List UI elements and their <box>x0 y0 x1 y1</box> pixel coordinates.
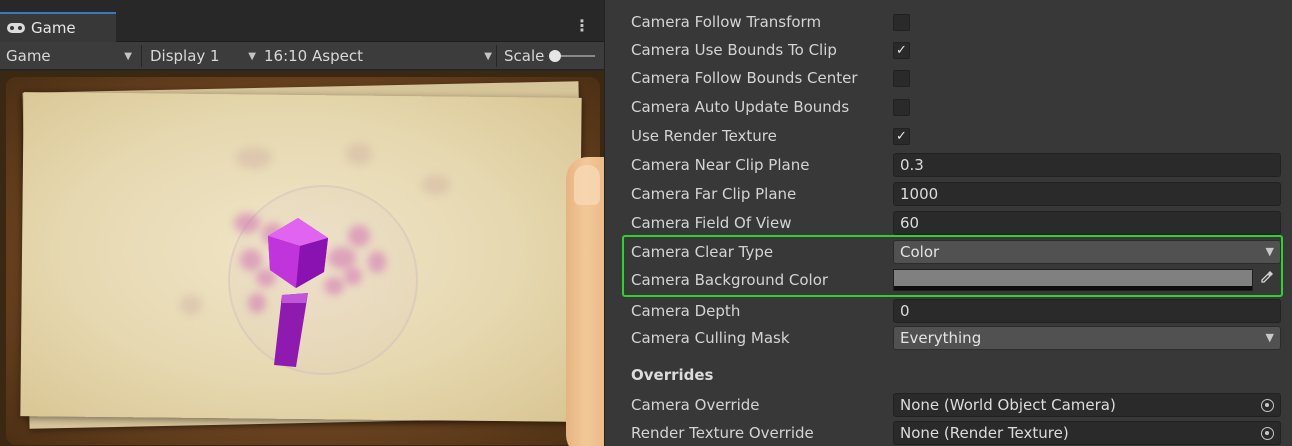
render-texture-override-object-field[interactable]: None (Render Texture) <box>893 421 1281 445</box>
dropdown-value: Everything <box>900 329 982 347</box>
chevron-down-icon: ▼ <box>1265 331 1274 344</box>
object-field-value: None (World Object Camera) <box>900 396 1116 414</box>
blurred-particle <box>236 147 272 169</box>
blurred-particle <box>180 295 202 315</box>
field-label: Camera Background Color <box>631 271 829 289</box>
thumbnail-highlight <box>574 165 600 205</box>
field-label: Camera Follow Transform <box>631 13 822 31</box>
game-toolbar: Game ▼ Display 1 ▼ 16:10 Aspect ▼ Scale <box>0 42 604 70</box>
chevron-down-icon: ▼ <box>484 50 492 62</box>
row-camera-override: Camera Override None (World Object Camer… <box>605 391 1292 419</box>
chevron-down-icon: ▼ <box>124 50 132 62</box>
field-label: Camera Clear Type <box>631 243 774 261</box>
camera-culling-mask-dropdown[interactable]: Everything ▼ <box>893 326 1281 350</box>
field-label: Render Texture Override <box>631 424 814 442</box>
field-label: Camera Use Bounds To Clip <box>631 41 837 59</box>
field-label: Camera Field Of View <box>631 214 792 232</box>
row-camera-auto-update-bounds: Camera Auto Update Bounds <box>605 93 1292 121</box>
game-mode-label: Game <box>6 47 51 65</box>
chevron-down-icon: ▼ <box>1265 245 1274 258</box>
tab-game-label: Game <box>31 19 76 37</box>
game-tab-bar: Game ⋮ <box>0 12 604 42</box>
display-dropdown[interactable]: Display 1 ▼ <box>150 42 256 70</box>
scale-slider-handle[interactable] <box>549 50 562 62</box>
row-camera-near-clip-plane: Camera Near Clip Plane 0.3 <box>605 151 1292 179</box>
pink-particle <box>368 251 386 273</box>
row-camera-use-bounds-to-clip: Camera Use Bounds To Clip ✓ <box>605 36 1292 64</box>
object-picker-icon[interactable] <box>1261 399 1274 412</box>
row-camera-culling-mask: Camera Culling Mask Everything ▼ <box>605 324 1292 352</box>
pink-particle <box>344 267 362 285</box>
field-label: Camera Far Clip Plane <box>631 185 797 203</box>
pink-particle <box>328 247 356 269</box>
pink-particle <box>248 293 266 313</box>
row-camera-field-of-view: Camera Field Of View 60 <box>605 209 1292 237</box>
row-use-render-texture: Use Render Texture ✓ <box>605 122 1292 150</box>
camera-field-of-view-input[interactable]: 60 <box>893 211 1281 235</box>
row-camera-clear-type: Camera Clear Type Color ▼ <box>605 238 1292 266</box>
row-camera-follow-transform: Camera Follow Transform <box>605 8 1292 36</box>
dropdown-value: Color <box>900 243 940 261</box>
field-label: Camera Follow Bounds Center <box>631 69 858 87</box>
game-mode-dropdown[interactable]: Game ▼ <box>6 42 136 70</box>
overrides-header: Overrides <box>631 366 714 384</box>
gamepad-icon <box>7 23 25 33</box>
blurred-particle <box>346 143 372 165</box>
camera-override-object-field[interactable]: None (World Object Camera) <box>893 393 1281 417</box>
camera-background-color-swatch[interactable] <box>893 269 1253 291</box>
chevron-down-icon: ▼ <box>248 50 256 62</box>
game-view-panel: Game ⋮ Game ▼ Display 1 ▼ 16:10 Aspect ▼… <box>0 0 604 446</box>
scale-slider-track[interactable] <box>549 50 596 62</box>
row-camera-depth: Camera Depth 0 <box>605 297 1292 325</box>
display-label: Display 1 <box>150 47 220 65</box>
wand-shaft-icon <box>274 293 308 367</box>
object-field-value: None (Render Texture) <box>900 424 1069 442</box>
row-camera-follow-bounds-center: Camera Follow Bounds Center <box>605 64 1292 92</box>
row-camera-background-color: Camera Background Color <box>605 266 1292 294</box>
pink-particle <box>348 225 370 247</box>
field-label: Camera Override <box>631 396 760 414</box>
pink-particle <box>240 249 262 271</box>
scale-label: Scale <box>504 47 545 65</box>
field-label: Use Render Texture <box>631 127 777 145</box>
tab-game[interactable]: Game <box>0 12 116 42</box>
aspect-label: 16:10 Aspect <box>264 47 363 65</box>
camera-follow-transform-checkbox[interactable] <box>893 14 910 31</box>
field-label: Camera Near Clip Plane <box>631 156 810 174</box>
camera-far-clip-plane-input[interactable]: 1000 <box>893 182 1281 206</box>
scale-control[interactable]: Scale <box>504 42 596 70</box>
eyedropper-icon[interactable] <box>1255 269 1279 291</box>
inspector-panel: Camera Follow Transform Camera Use Bound… <box>604 0 1292 446</box>
field-label: Camera Depth <box>631 302 741 320</box>
game-viewport[interactable] <box>0 71 604 446</box>
row-render-texture-override: Render Texture Override None (Render Tex… <box>605 419 1292 446</box>
field-label: Camera Culling Mask <box>631 329 790 347</box>
more-options-icon[interactable]: ⋮ <box>574 16 590 35</box>
object-picker-icon[interactable] <box>1261 427 1274 440</box>
field-label: Camera Auto Update Bounds <box>631 98 850 116</box>
toolbar-divider <box>141 45 142 67</box>
camera-clear-type-dropdown[interactable]: Color ▼ <box>893 240 1281 264</box>
camera-follow-bounds-center-checkbox[interactable] <box>893 70 910 87</box>
row-camera-far-clip-plane: Camera Far Clip Plane 1000 <box>605 180 1292 208</box>
blurred-particle <box>422 175 450 195</box>
aspect-dropdown[interactable]: 16:10 Aspect ▼ <box>264 42 496 70</box>
alpha-bar <box>894 286 1252 290</box>
toolbar-divider <box>496 45 497 67</box>
camera-use-bounds-to-clip-checkbox[interactable]: ✓ <box>893 42 910 59</box>
camera-auto-update-bounds-checkbox[interactable] <box>893 99 910 116</box>
use-render-texture-checkbox[interactable]: ✓ <box>893 128 910 145</box>
camera-near-clip-plane-input[interactable]: 0.3 <box>893 153 1281 177</box>
pink-particle <box>234 213 260 233</box>
crystal-gem-icon <box>268 218 328 288</box>
camera-depth-input[interactable]: 0 <box>893 299 1281 323</box>
